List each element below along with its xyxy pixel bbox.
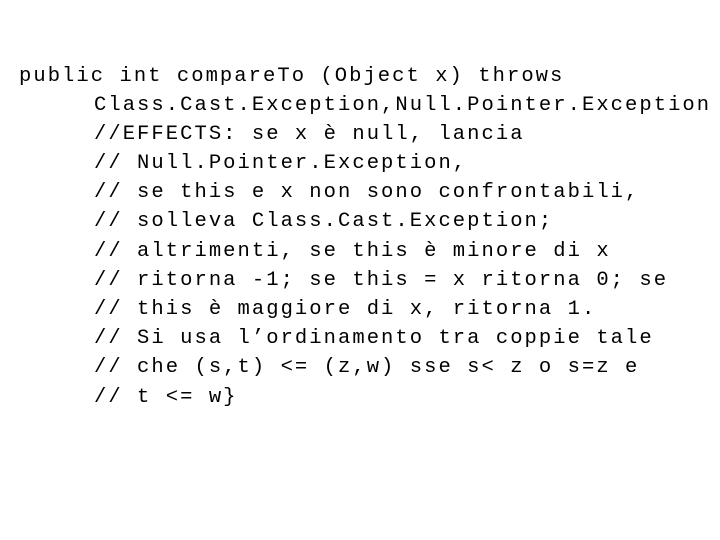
code-line: //EFFECTS: se x è null, lancia bbox=[94, 122, 525, 146]
code-line: // Null.Pointer.Exception, bbox=[94, 152, 468, 176]
code-line: // solleva Class.Cast.Exception; bbox=[94, 210, 554, 234]
code-line: // Si usa l’ordinamento tra coppie tale bbox=[94, 327, 654, 351]
code-line: // t <= w} bbox=[94, 385, 238, 409]
code-line: // se this e x non sono confrontabili, bbox=[94, 181, 640, 205]
code-line: public int compareTo (Object x) throws bbox=[19, 64, 565, 88]
slide-canvas: public int compareTo (Object x) throws Cl… bbox=[0, 0, 720, 540]
code-block: public int compareTo (Object x) throws Cl… bbox=[19, 62, 709, 412]
code-line: // this è maggiore di x, ritorna 1. bbox=[94, 298, 597, 321]
code-line: // che (s,t) <= (z,w) sse s< z o s=z e bbox=[94, 356, 640, 380]
code-line: // altrimenti, se this è minore di x bbox=[94, 239, 611, 263]
code-line: Class.Cast.Exception,Null.Pointer.Except… bbox=[94, 93, 720, 117]
code-line: // ritorna -1; se this = x ritorna 0; se bbox=[94, 268, 669, 292]
